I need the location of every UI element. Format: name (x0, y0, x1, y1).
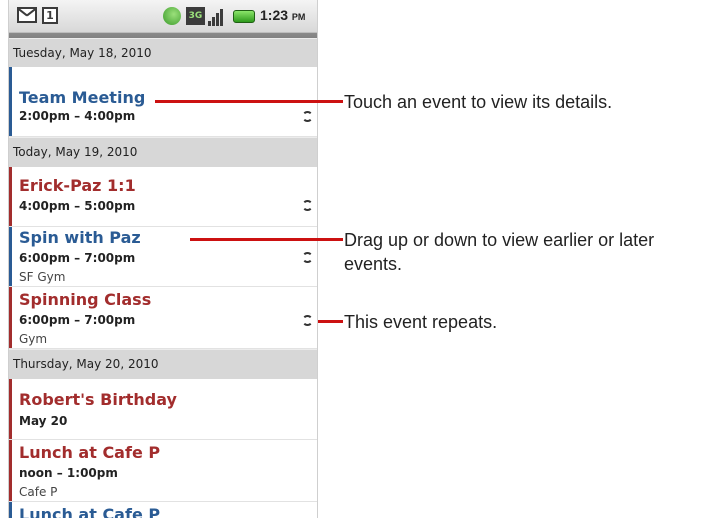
callout-drag: Drag up or down to view earlier or later… (344, 230, 655, 274)
repeat-icon (302, 111, 313, 122)
status-bar: 1 3G 1:23 PM (9, 0, 317, 33)
event-time: 4:00pm – 5:00pm (19, 199, 136, 213)
battery-icon (233, 10, 255, 23)
event-title: Erick-Paz 1:1 (19, 176, 136, 195)
event-title: Lunch at Cafe P (19, 505, 161, 518)
status-clock: 1:23 PM (260, 7, 306, 23)
event-title: Lunch at Cafe P (19, 443, 161, 462)
calendar-notification-icon[interactable]: 1 (42, 7, 58, 24)
signal-strength-icon (208, 9, 226, 26)
event-item-partial[interactable]: Lunch at Cafe P (9, 502, 317, 518)
phone-screen: 1 3G 1:23 PM Agenda Tuesday, May 18, 201… (8, 0, 318, 518)
gmail-notification-icon[interactable] (17, 7, 37, 23)
sync-icon (163, 7, 181, 25)
event-title: Spin with Paz (19, 228, 141, 247)
calendar-color-bar (9, 167, 12, 226)
callout-line-details (155, 100, 343, 103)
calendar-color-bar (9, 227, 12, 286)
event-item-roberts-birthday[interactable]: Robert's Birthday May 20 (9, 379, 317, 440)
callout-line-repeats (318, 320, 343, 323)
day-header-partial: Tuesday, May 18, 2010 (9, 38, 317, 67)
repeat-icon (302, 315, 313, 326)
event-item-spin-with-paz[interactable]: Spin with Paz 6:00pm – 7:00pm SF Gym (9, 227, 317, 287)
event-title: Robert's Birthday (19, 390, 177, 409)
event-location: SF Gym (19, 270, 66, 284)
event-location: Cafe P (19, 485, 58, 499)
day-header-today: Today, May 19, 2010 (9, 137, 317, 167)
event-time: 2:00pm – 4:00pm (19, 109, 136, 123)
event-item-lunch-cafe-p[interactable]: Lunch at Cafe P noon – 1:00pm Cafe P (9, 440, 317, 502)
repeat-icon (302, 252, 313, 263)
calendar-color-bar (9, 502, 12, 518)
event-time: 6:00pm – 7:00pm (19, 251, 136, 265)
day-header-thursday: Thursday, May 20, 2010 (9, 349, 317, 379)
event-item-erick-paz[interactable]: Erick-Paz 1:1 4:00pm – 5:00pm (9, 167, 317, 227)
calendar-color-bar (9, 440, 12, 501)
event-item-spinning-class[interactable]: Spinning Class 6:00pm – 7:00pm Gym (9, 287, 317, 349)
event-title: Team Meeting (19, 88, 146, 107)
event-location: Gym (19, 332, 48, 346)
calendar-color-bar (9, 287, 12, 348)
network-3g-icon: 3G (186, 7, 205, 25)
callout-repeats: This event repeats. (344, 312, 498, 332)
repeat-icon (302, 200, 313, 211)
event-time: noon – 1:00pm (19, 466, 118, 480)
event-time: 6:00pm – 7:00pm (19, 313, 136, 327)
callout-line-drag (190, 238, 343, 241)
event-title: Spinning Class (19, 290, 152, 309)
callout-view-details: Touch an event to view its details. (344, 92, 613, 112)
calendar-color-bar (9, 379, 12, 439)
event-time: May 20 (19, 414, 68, 428)
calendar-color-bar (9, 67, 12, 136)
